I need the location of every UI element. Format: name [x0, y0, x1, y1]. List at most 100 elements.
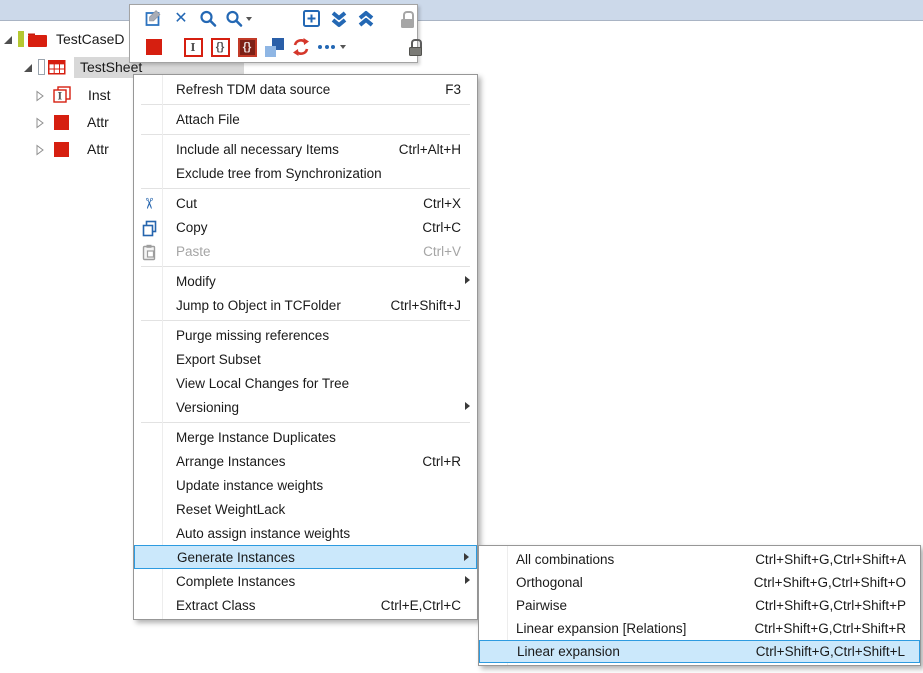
menu-item-attach-file[interactable]: Attach File [134, 107, 477, 131]
menu-separator [141, 422, 470, 423]
menu-item-label: Linear expansion [517, 644, 744, 659]
tree-item-label: Inst [88, 87, 111, 103]
submenu-arrow-icon [465, 276, 470, 284]
expander-collapsed-icon[interactable] [34, 89, 46, 101]
submenu-arrow-icon [465, 402, 470, 410]
expander-collapsed-icon[interactable] [34, 143, 46, 155]
menu-item-copy[interactable]: Copy Ctrl+C [134, 215, 477, 239]
instance-boxes-icon: I [52, 86, 72, 104]
dropdown-caret-icon [340, 45, 346, 49]
menu-item-modify[interactable]: Modify [134, 269, 477, 293]
menu-item-shortcut: Ctrl+Shift+G,Ctrl+Shift+A [755, 552, 906, 567]
menu-item-update-instance-weights[interactable]: Update instance weights [134, 473, 477, 497]
menu-item-label: Merge Instance Duplicates [176, 430, 461, 445]
menu-item-arrange-instances[interactable]: Arrange Instances Ctrl+R [134, 449, 477, 473]
tree-row-attr-2[interactable]: Attr [34, 138, 109, 160]
app-canvas: TestCaseD TestSheet [0, 0, 923, 673]
menu-item-label: Orthogonal [516, 575, 742, 590]
expander-expanded-icon[interactable] [2, 33, 14, 45]
copy-sheets-icon [265, 38, 284, 57]
submenu-item-all-combinations[interactable]: All combinations Ctrl+Shift+G,Ctrl+Shift… [479, 548, 920, 571]
toolbar-braces-button[interactable]: {} [208, 35, 232, 59]
submenu-item-linear-expansion-relations[interactable]: Linear expansion [Relations] Ctrl+Shift+… [479, 617, 920, 640]
lock-icon [409, 39, 422, 56]
menu-item-view-local-changes-for-tree[interactable]: View Local Changes for Tree [134, 371, 477, 395]
red-block-icon [146, 39, 162, 55]
menu-item-merge-instance-duplicates[interactable]: Merge Instance Duplicates [134, 425, 477, 449]
menu-item-include-all-necessary-items[interactable]: Include all necessary Items Ctrl+Alt+H [134, 137, 477, 161]
menu-item-label: Include all necessary Items [176, 142, 385, 157]
toolbar-lock-button[interactable] [403, 35, 427, 59]
menu-item-versioning[interactable]: Versioning [134, 395, 477, 419]
menu-item-label: Jump to Object in TCFolder [176, 298, 376, 313]
search-dropdown-icon [224, 9, 244, 29]
toolbar-add-item-button[interactable] [300, 7, 324, 31]
toolbar-red-block-button[interactable] [142, 35, 166, 59]
menu-item-refresh-tdm-data-source[interactable]: Refresh TDM data source F3 [134, 77, 477, 101]
menu-item-shortcut: Ctrl+Shift+G,Ctrl+Shift+O [754, 575, 906, 590]
toolbar-double-chevron-up-button[interactable] [354, 7, 378, 31]
menu-item-export-subset[interactable]: Export Subset [134, 347, 477, 371]
menu-item-label: Generate Instances [177, 550, 460, 565]
menu-item-label: Cut [176, 196, 409, 211]
svg-text:I: I [58, 92, 63, 103]
menu-item-label: All combinations [516, 552, 743, 567]
tree-row-instances[interactable]: I Inst [34, 84, 111, 106]
more-dots-icon [318, 45, 338, 49]
toolbar-refresh-button[interactable] [289, 35, 313, 59]
refresh-icon [291, 37, 311, 57]
paste-icon [139, 242, 158, 261]
menu-item-label: Update instance weights [176, 478, 461, 493]
submenu-arrow-icon [465, 576, 470, 584]
menu-item-label: Auto assign instance weights [176, 526, 461, 541]
menu-item-shortcut: Ctrl+Shift+G,Ctrl+Shift+R [754, 621, 906, 636]
toolbar-search-dropdown-button[interactable] [223, 7, 253, 31]
menu-item-shortcut: Ctrl+Shift+G,Ctrl+Shift+L [756, 644, 905, 659]
expander-expanded-icon[interactable] [22, 61, 34, 73]
toolbar-edit-button[interactable] [142, 7, 166, 31]
menu-item-cut[interactable]: ✂ Cut Ctrl+X [134, 191, 477, 215]
scissors-icon: ✂ [139, 194, 158, 213]
toolbar-delete-button[interactable]: ✕ [169, 7, 193, 31]
menu-item-jump-to-object-in-tcfolder[interactable]: Jump to Object in TCFolder Ctrl+Shift+J [134, 293, 477, 317]
menu-item-shortcut: Ctrl+Shift+G,Ctrl+Shift+P [755, 598, 906, 613]
menu-item-paste[interactable]: Paste Ctrl+V [134, 239, 477, 263]
tree-row-testcase-folder[interactable]: TestCaseD [2, 28, 124, 50]
menu-item-shortcut: Ctrl+C [422, 220, 461, 235]
menu-separator [141, 134, 470, 135]
toolbar-search-button[interactable] [196, 7, 220, 31]
menu-item-label: Extract Class [176, 598, 367, 613]
menu-item-extract-class[interactable]: Extract Class Ctrl+E,Ctrl+C [134, 593, 477, 617]
lock-disabled-icon [401, 11, 414, 28]
toolbar-copy-button[interactable] [262, 35, 286, 59]
status-colorbar-icon [18, 31, 24, 47]
toolbar-row-2: I {} {} [130, 33, 417, 61]
menu-item-label: Attach File [176, 112, 461, 127]
menu-item-shortcut: Ctrl+Alt+H [399, 142, 461, 157]
add-box-icon [302, 9, 322, 29]
expander-collapsed-icon[interactable] [34, 116, 46, 128]
menu-item-auto-assign-instance-weights[interactable]: Auto assign instance weights [134, 521, 477, 545]
menu-item-shortcut: Ctrl+V [423, 244, 461, 259]
menu-item-complete-instances[interactable]: Complete Instances [134, 569, 477, 593]
menu-item-reset-weightlack[interactable]: Reset WeightLack [134, 497, 477, 521]
menu-item-purge-missing-references[interactable]: Purge missing references [134, 323, 477, 347]
toolbar-more-button[interactable] [316, 35, 348, 59]
toolbar-instance-button[interactable]: I [181, 35, 205, 59]
menu-separator [141, 266, 470, 267]
tree-row-attr-1[interactable]: Attr [34, 111, 109, 133]
submenu-item-orthogonal[interactable]: Orthogonal Ctrl+Shift+G,Ctrl+Shift+O [479, 571, 920, 594]
menu-item-shortcut: Ctrl+R [422, 454, 461, 469]
search-icon [198, 9, 218, 29]
menu-item-generate-instances[interactable]: Generate Instances [134, 545, 477, 569]
braces-box-active-icon: {} [238, 38, 257, 57]
toolbar-double-chevron-down-button[interactable] [327, 7, 351, 31]
menu-item-label: View Local Changes for Tree [176, 376, 461, 391]
submenu-item-linear-expansion[interactable]: Linear expansion Ctrl+Shift+G,Ctrl+Shift… [479, 640, 920, 663]
submenu-item-pairwise[interactable]: Pairwise Ctrl+Shift+G,Ctrl+Shift+P [479, 594, 920, 617]
menu-item-exclude-tree-from-synchronization[interactable]: Exclude tree from Synchronization [134, 161, 477, 185]
menu-separator [141, 104, 470, 105]
menu-item-label: Pairwise [516, 598, 743, 613]
toolbar-braces-active-button[interactable]: {} [235, 35, 259, 59]
toolbar-lock-button-disabled[interactable] [395, 7, 419, 31]
